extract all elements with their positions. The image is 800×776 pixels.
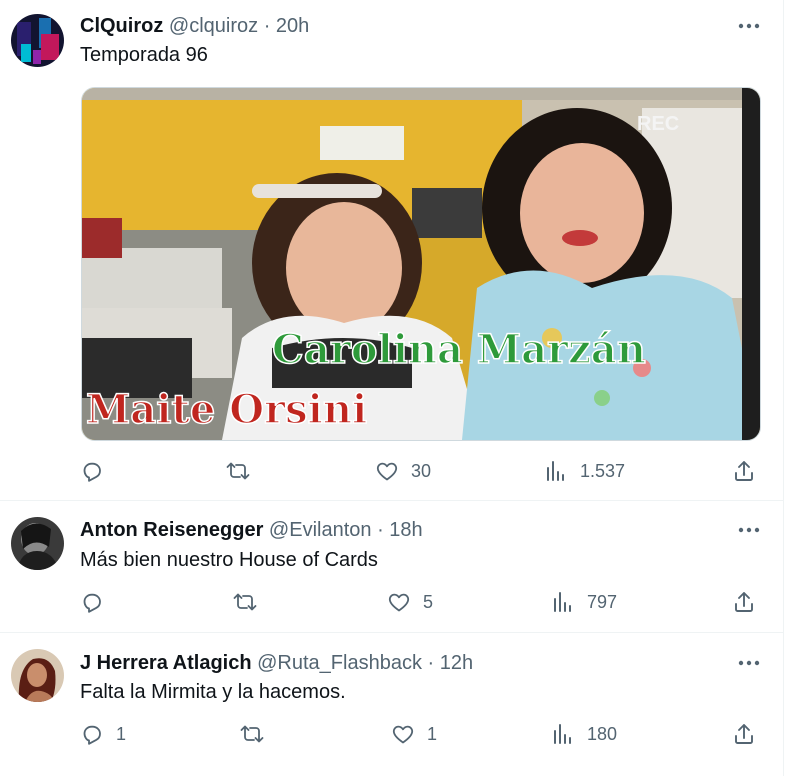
retweet-button[interactable] [233, 587, 269, 617]
action-bar: 30 1.537 [80, 456, 760, 486]
reply-button[interactable] [80, 587, 116, 617]
like-count: 5 [423, 591, 434, 612]
timestamp[interactable]: 12h [440, 652, 473, 674]
display-name[interactable]: Anton Reisenegger [80, 519, 263, 541]
reply-icon [83, 725, 101, 745]
like-count: 1 [427, 723, 438, 744]
user-handle[interactable]: @Ruta_Flashback [257, 652, 422, 674]
tweet[interactable]: ClQuiroz @clquiroz · 20h Temporada 96 RE… [0, 0, 784, 501]
timestamp[interactable]: 18h [389, 519, 422, 541]
avatar[interactable] [11, 14, 64, 67]
action-bar: 1 1 180 [80, 719, 760, 749]
tweet[interactable]: Anton Reisenegger @Evilanton · 18h Más b… [0, 500, 784, 633]
like-count: 30 [411, 460, 432, 481]
views-count: 180 [587, 723, 618, 744]
share-button[interactable] [732, 456, 756, 486]
tweet[interactable]: J Herrera Atlagich @Ruta_Flashback · 12h… [0, 632, 784, 776]
more-button[interactable] [736, 13, 762, 39]
share-icon [735, 724, 753, 744]
like-button[interactable]: 1 [391, 719, 437, 749]
share-icon [735, 461, 753, 481]
display-name[interactable]: ClQuiroz [80, 15, 163, 37]
views-button[interactable]: 1.537 [544, 456, 625, 486]
views-count: 797 [587, 591, 618, 612]
retweet-icon [226, 462, 250, 480]
views-icon [547, 461, 564, 481]
more-button[interactable] [736, 650, 762, 676]
views-icon [554, 592, 571, 612]
tweet-header: ClQuiroz @clquiroz · 20h [80, 13, 309, 39]
views-button[interactable]: 180 [551, 719, 617, 749]
heart-icon [388, 593, 410, 612]
views-icon [554, 724, 571, 744]
user-handle[interactable]: @Evilanton [269, 519, 372, 541]
rec-label: REC [637, 113, 679, 135]
retweet-button[interactable] [226, 456, 262, 486]
video-still: REC Carolina Marzán Maite Orsini [82, 88, 760, 440]
separator-dot: · [377, 519, 384, 541]
caption-bottom: Maite Orsini [86, 386, 367, 433]
tweet-header: Anton Reisenegger @Evilanton · 18h [80, 517, 423, 543]
retweet-icon [233, 593, 257, 611]
views-count: 1.537 [580, 460, 626, 481]
more-icon [738, 660, 760, 666]
reply-button[interactable] [80, 456, 116, 486]
avatar[interactable] [11, 517, 64, 570]
reply-icon [83, 462, 101, 482]
more-icon [738, 527, 760, 533]
like-button[interactable]: 5 [387, 587, 433, 617]
more-button[interactable] [736, 517, 762, 543]
reply-button[interactable]: 1 [80, 719, 126, 749]
tweet-text: Falta la Mirmita y la hacemos. [80, 681, 346, 703]
tweet-media[interactable]: REC Carolina Marzán Maite Orsini [81, 87, 761, 441]
action-bar: 5 797 [80, 587, 760, 617]
reply-count: 1 [116, 723, 127, 744]
separator-dot: · [263, 15, 271, 37]
share-icon [735, 592, 753, 612]
heart-icon [392, 725, 414, 744]
display-name[interactable]: J Herrera Atlagich [80, 652, 252, 674]
tweet-text: Más bien nuestro House of Cards [80, 549, 378, 571]
retweet-button[interactable] [240, 719, 276, 749]
right-edge [783, 0, 800, 776]
like-button[interactable]: 30 [375, 456, 431, 486]
share-button[interactable] [732, 719, 756, 749]
tweet-text: Temporada 96 [80, 44, 208, 66]
reply-icon [83, 593, 101, 613]
separator-dot: · [427, 652, 435, 674]
retweet-icon [240, 725, 264, 743]
user-handle[interactable]: @clquiroz [169, 15, 258, 37]
share-button[interactable] [732, 587, 756, 617]
more-icon [738, 23, 760, 29]
tweet-header: J Herrera Atlagich @Ruta_Flashback · 12h [80, 650, 473, 676]
views-button[interactable]: 797 [551, 587, 617, 617]
heart-icon [376, 462, 398, 481]
timestamp[interactable]: 20h [276, 15, 309, 37]
caption-top: Carolina Marzán [272, 326, 646, 373]
avatar[interactable] [11, 649, 64, 702]
